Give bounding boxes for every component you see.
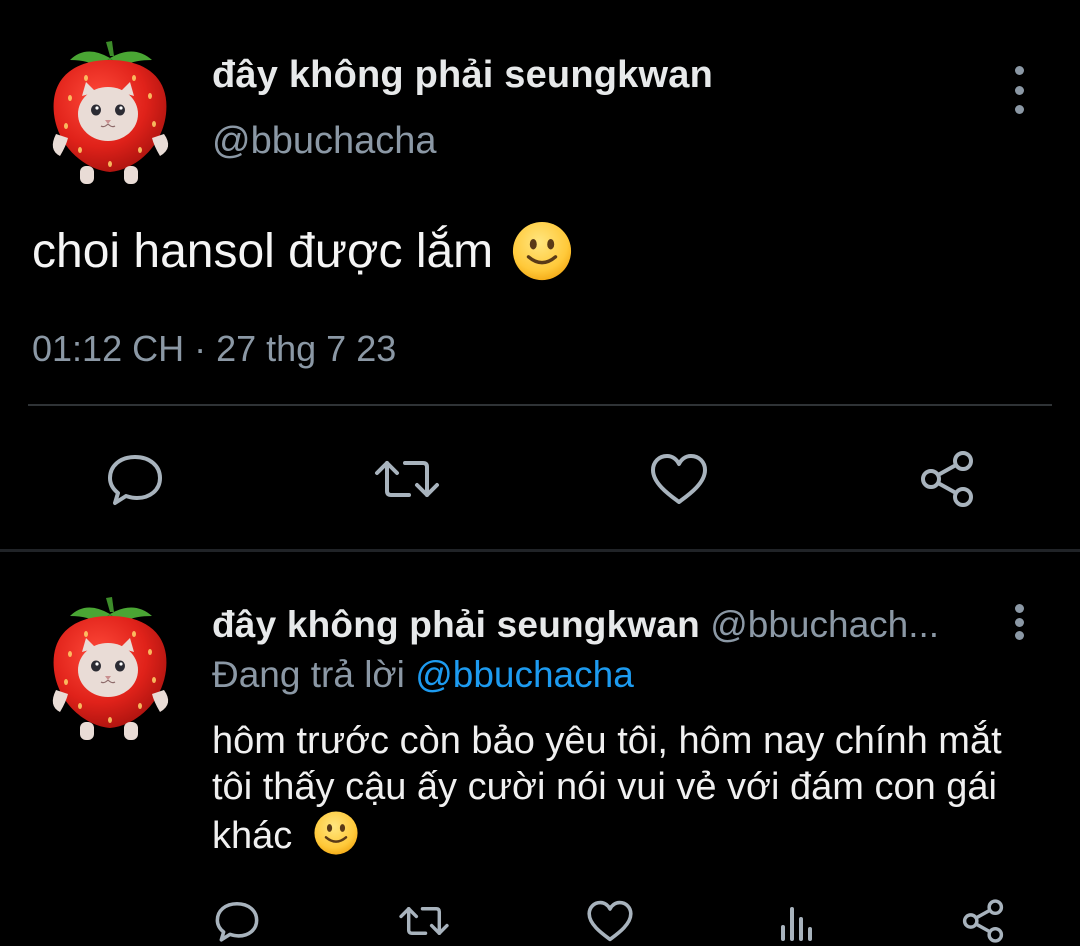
strawberry-cat-avatar-icon — [46, 38, 174, 188]
reply-like-button[interactable] — [584, 896, 636, 946]
replying-to-mention[interactable]: @bbuchacha — [415, 654, 634, 695]
reply-views-button[interactable] — [774, 896, 820, 946]
author-handle[interactable]: @bbuchacha — [212, 120, 437, 163]
reply-author-avatar[interactable] — [46, 594, 174, 744]
like-button[interactable] — [644, 446, 714, 512]
share-icon — [962, 899, 1004, 943]
retweet-button[interactable] — [372, 446, 442, 512]
reply-author-row: đây không phải seungkwan @bbuchach... — [212, 604, 939, 646]
share-icon — [921, 451, 973, 507]
reply-author-handle[interactable]: @bbuchach... — [710, 604, 939, 645]
like-icon — [587, 900, 633, 942]
more-options-icon[interactable] — [1009, 66, 1029, 114]
reply-reply-button[interactable] — [212, 896, 262, 946]
replying-to-label: Đang trả lời — [212, 654, 405, 695]
reply-retweet-button[interactable] — [396, 896, 452, 946]
retweet-icon — [375, 461, 439, 497]
replying-to-line: Đang trả lời @bbuchacha — [212, 654, 634, 696]
tweet-timestamp[interactable]: 01:12 CH · 27 thg 7 23 — [32, 328, 396, 370]
tweet-text: choi hansol được lắm — [32, 224, 494, 278]
reply-body: hôm trước còn bảo yêu tôi, hôm nay chính… — [212, 718, 1032, 859]
author-avatar[interactable] — [46, 38, 174, 188]
reply-more-options-icon[interactable] — [1009, 604, 1029, 640]
strawberry-cat-avatar-icon — [46, 594, 174, 744]
share-button[interactable] — [912, 446, 982, 512]
reply-author-display-name[interactable]: đây không phải seungkwan — [212, 604, 700, 645]
views-icon — [781, 907, 812, 941]
slightly-smiling-face-icon — [313, 810, 359, 856]
like-icon — [651, 454, 707, 504]
reply-share-button[interactable] — [958, 896, 1008, 946]
retweet-icon — [399, 907, 449, 935]
divider — [28, 404, 1052, 406]
reply-icon — [215, 901, 259, 942]
reply-icon — [108, 455, 162, 505]
reply-button[interactable] — [100, 446, 170, 512]
author-display-name[interactable]: đây không phải seungkwan — [212, 54, 713, 97]
slightly-smiling-face-icon — [511, 220, 573, 282]
tweet-body: choi hansol được lắm — [32, 220, 573, 282]
section-divider — [0, 549, 1080, 552]
